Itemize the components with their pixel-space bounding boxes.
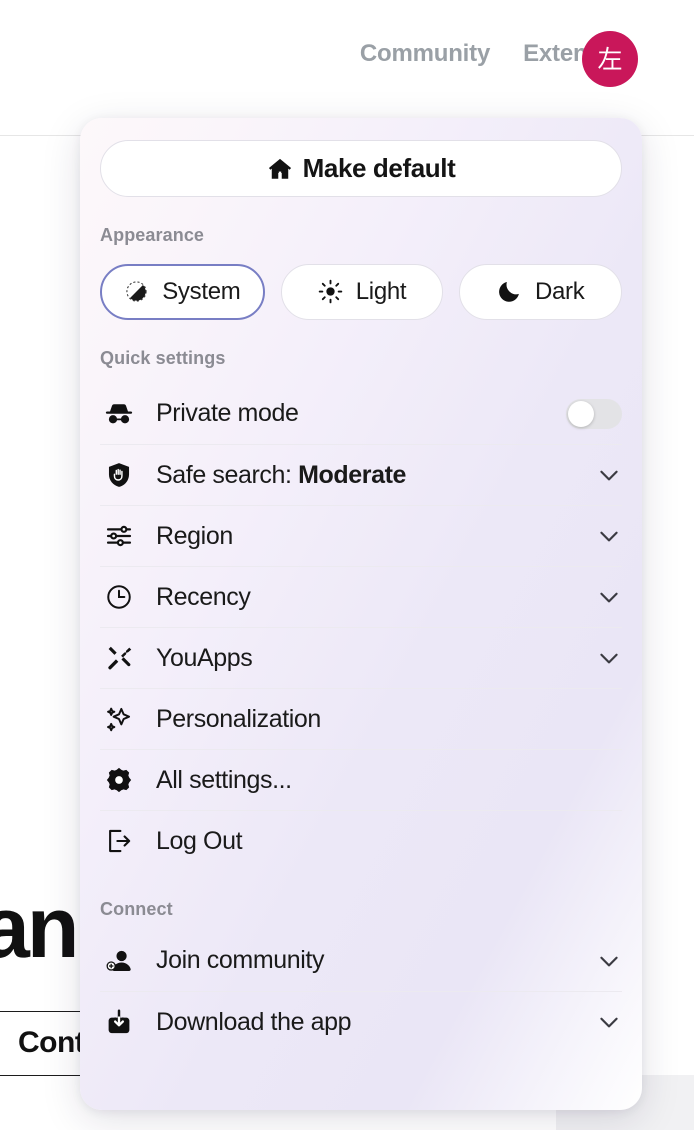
quick-setting-region[interactable]: Region: [100, 505, 622, 566]
chevron-down-icon[interactable]: [596, 523, 622, 549]
incognito-icon: [102, 397, 136, 431]
quick-setting-log-out-label: Log Out: [156, 826, 243, 855]
quick-settings-section-label: Quick settings: [100, 348, 226, 368]
theme-option-system[interactable]: System: [100, 264, 265, 320]
private-mode-toggle-knob: [568, 400, 594, 427]
quick-setting-recency[interactable]: Recency: [100, 566, 622, 627]
theme-option-light[interactable]: Light: [280, 264, 444, 320]
avatar[interactable]: 左: [582, 31, 638, 87]
chevron-down-icon[interactable]: [596, 462, 622, 488]
connect-item-download-app[interactable]: Download the app: [100, 991, 622, 1052]
gear-icon: [102, 763, 136, 797]
quick-setting-recency-label: Recency: [156, 582, 251, 611]
connect-list: Join community Download the app: [100, 930, 622, 1052]
quick-settings-list: Private mode Safe search: Moderate Regio…: [100, 383, 622, 871]
chevron-down-icon[interactable]: [596, 645, 622, 671]
safe-search-prefix: Safe search:: [156, 460, 299, 489]
clock-icon: [102, 580, 136, 614]
quick-setting-personalization[interactable]: Personalization: [100, 688, 622, 749]
avatar-initial: 左: [597, 44, 623, 74]
theme-option-light-label: Light: [355, 278, 407, 305]
connect-item-join-community-label: Join community: [156, 946, 325, 974]
private-mode-toggle[interactable]: [566, 398, 622, 429]
person-add-icon: [102, 944, 136, 978]
home-icon: [267, 156, 293, 182]
nav-link-community[interactable]: Community: [360, 40, 490, 68]
connect-section-label: Connect: [100, 899, 173, 919]
quick-setting-log-out[interactable]: Log Out: [100, 810, 622, 871]
connect-item-join-community[interactable]: Join community: [100, 930, 622, 991]
chevron-down-icon[interactable]: [596, 1009, 622, 1035]
account-settings-popover: Make default Appearance System Light Dar…: [80, 118, 642, 1110]
sun-icon: [318, 279, 344, 305]
safe-search-value: Moderate: [298, 460, 407, 489]
appearance-section-label: Appearance: [100, 225, 205, 245]
chevron-down-icon[interactable]: [596, 584, 622, 610]
quick-setting-personalization-label: Personalization: [156, 704, 321, 733]
screen: Community Extension 左 ani Cont Make defa…: [0, 0, 694, 1130]
moon-icon: [497, 279, 523, 305]
quick-setting-youapps[interactable]: YouApps: [100, 627, 622, 688]
half-circle-icon: [124, 279, 150, 305]
quick-setting-safe-search[interactable]: Safe search: Moderate: [100, 444, 622, 505]
theme-option-dark-label: Dark: [534, 278, 585, 305]
make-default-button[interactable]: Make default: [100, 140, 622, 197]
shield-hand-icon: [102, 458, 136, 492]
theme-option-system-label: System: [162, 278, 241, 305]
make-default-label: Make default: [302, 153, 456, 183]
quick-setting-region-label: Region: [156, 521, 233, 550]
quick-setting-safe-search-label: Safe search: Moderate: [156, 461, 406, 490]
quick-setting-private-mode-label: Private mode: [156, 399, 299, 427]
sparkle-icon: [102, 702, 136, 736]
logout-icon: [102, 824, 136, 858]
appearance-options: System Light Dark: [100, 264, 623, 320]
connect-item-download-app-label: Download the app: [156, 1007, 352, 1036]
quick-setting-all-settings-label: All settings...: [156, 765, 292, 794]
tools-icon: [102, 641, 136, 675]
download-box-icon: [102, 1005, 136, 1039]
sliders-icon: [102, 519, 136, 553]
chevron-down-icon[interactable]: [596, 948, 622, 974]
theme-option-dark[interactable]: Dark: [459, 264, 623, 320]
quick-setting-all-settings[interactable]: All settings...: [100, 749, 622, 810]
continue-button-fragment[interactable]: Cont: [18, 1026, 85, 1060]
quick-setting-private-mode[interactable]: Private mode: [100, 383, 622, 444]
quick-setting-youapps-label: YouApps: [156, 643, 253, 672]
